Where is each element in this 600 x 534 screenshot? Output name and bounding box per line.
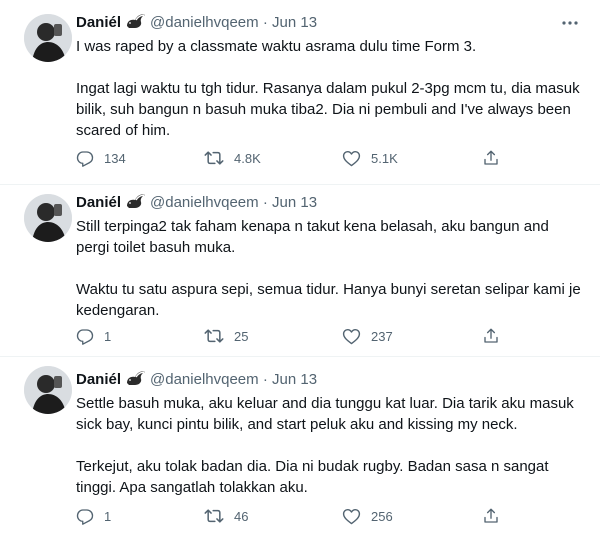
retweet-button[interactable]: 4.8K bbox=[204, 148, 261, 168]
share-button[interactable] bbox=[482, 326, 510, 346]
like-button[interactable]: 5.1K bbox=[342, 148, 398, 168]
like-icon bbox=[342, 328, 361, 345]
avatar[interactable] bbox=[24, 14, 72, 62]
author-handle[interactable]: @danielhvqeem bbox=[150, 194, 259, 211]
tweet-paragraph: I was raped by a classmate waktu asrama … bbox=[76, 38, 477, 55]
skunk-emoji-icon bbox=[125, 12, 147, 37]
share-icon bbox=[484, 150, 498, 165]
reply-button[interactable]: 1 bbox=[76, 326, 111, 346]
tweet[interactable]: Daniél @danielhvqeem · Jun 13 Still terpi… bbox=[0, 184, 600, 356]
author-handle[interactable]: @danielhvqeem bbox=[150, 14, 259, 31]
tweet-header: Daniél @danielhvqeem · Jun 13 bbox=[76, 192, 317, 214]
reply-count: 1 bbox=[104, 508, 112, 524]
skunk-emoji-icon bbox=[125, 369, 147, 394]
skunk-emoji-icon bbox=[125, 192, 147, 217]
author-name[interactable]: Daniél bbox=[76, 14, 121, 31]
share-button[interactable] bbox=[482, 148, 510, 168]
reply-count: 134 bbox=[104, 150, 126, 166]
tweet-paragraph: Still terpinga2 tak faham kenapa n takut… bbox=[76, 218, 549, 256]
like-count: 237 bbox=[371, 328, 393, 344]
tweet-date[interactable]: Jun 13 bbox=[272, 194, 317, 211]
reply-count: 1 bbox=[104, 328, 112, 344]
avatar[interactable] bbox=[24, 366, 72, 414]
share-icon bbox=[484, 508, 498, 523]
tweet-text: Still terpinga2 tak faham kenapa n takut… bbox=[76, 216, 586, 321]
share-button[interactable] bbox=[482, 506, 510, 526]
reply-icon bbox=[76, 151, 94, 167]
retweet-icon bbox=[204, 329, 224, 343]
retweet-button[interactable]: 46 bbox=[204, 506, 248, 526]
tweet-header: Daniél @danielhvqeem · Jun 13 bbox=[76, 369, 317, 391]
more-options-icon[interactable] bbox=[560, 14, 580, 32]
author-name[interactable]: Daniél bbox=[76, 194, 121, 211]
separator-dot: · bbox=[262, 371, 268, 388]
retweet-icon bbox=[204, 509, 224, 523]
retweet-count: 4.8K bbox=[234, 150, 261, 166]
reply-icon bbox=[76, 509, 94, 525]
tweet-paragraph: Terkejut, aku tolak badan dia. Dia ni bu… bbox=[76, 458, 549, 496]
tweet-actions: 1 25 237 bbox=[76, 326, 516, 346]
like-count: 256 bbox=[371, 508, 393, 524]
tweet[interactable]: Daniél @danielhvqeem · Jun 13 Settle basu… bbox=[0, 356, 600, 534]
author-handle[interactable]: @danielhvqeem bbox=[150, 371, 259, 388]
retweet-count: 25 bbox=[234, 328, 249, 344]
share-icon bbox=[484, 328, 498, 343]
retweet-button[interactable]: 25 bbox=[204, 326, 248, 346]
reply-button[interactable]: 134 bbox=[76, 148, 126, 168]
tweet[interactable]: Daniél @danielhvqeem · Jun 13 I was raped… bbox=[0, 0, 600, 184]
reply-icon bbox=[76, 329, 94, 345]
tweet-paragraph: Waktu tu satu aspura sepi, semua tidur. … bbox=[76, 281, 581, 319]
like-icon bbox=[342, 150, 361, 167]
like-button[interactable]: 256 bbox=[342, 506, 393, 526]
reply-button[interactable]: 1 bbox=[76, 506, 111, 526]
avatar[interactable] bbox=[24, 194, 72, 242]
retweet-icon bbox=[204, 151, 224, 165]
tweet-date[interactable]: Jun 13 bbox=[272, 371, 317, 388]
like-button[interactable]: 237 bbox=[342, 326, 393, 346]
author-name[interactable]: Daniél bbox=[76, 371, 121, 388]
tweet-actions: 134 4.8K 5.1K bbox=[76, 148, 516, 168]
separator-dot: · bbox=[262, 194, 268, 211]
like-icon bbox=[342, 508, 361, 525]
tweet-thread: Daniél @danielhvqeem · Jun 13 I was raped… bbox=[0, 0, 600, 534]
tweet-actions: 1 46 256 bbox=[76, 506, 516, 526]
like-count: 5.1K bbox=[371, 150, 398, 166]
tweet-date[interactable]: Jun 13 bbox=[272, 14, 317, 31]
tweet-paragraph: Ingat lagi waktu tu tgh tidur. Rasanya d… bbox=[76, 80, 580, 139]
tweet-paragraph: Settle basuh muka, aku keluar and dia tu… bbox=[76, 395, 574, 433]
tweet-header: Daniél @danielhvqeem · Jun 13 bbox=[76, 12, 317, 34]
retweet-count: 46 bbox=[234, 508, 249, 524]
separator-dot: · bbox=[262, 14, 268, 31]
tweet-text: Settle basuh muka, aku keluar and dia tu… bbox=[76, 393, 586, 498]
tweet-text: I was raped by a classmate waktu asrama … bbox=[76, 36, 586, 141]
